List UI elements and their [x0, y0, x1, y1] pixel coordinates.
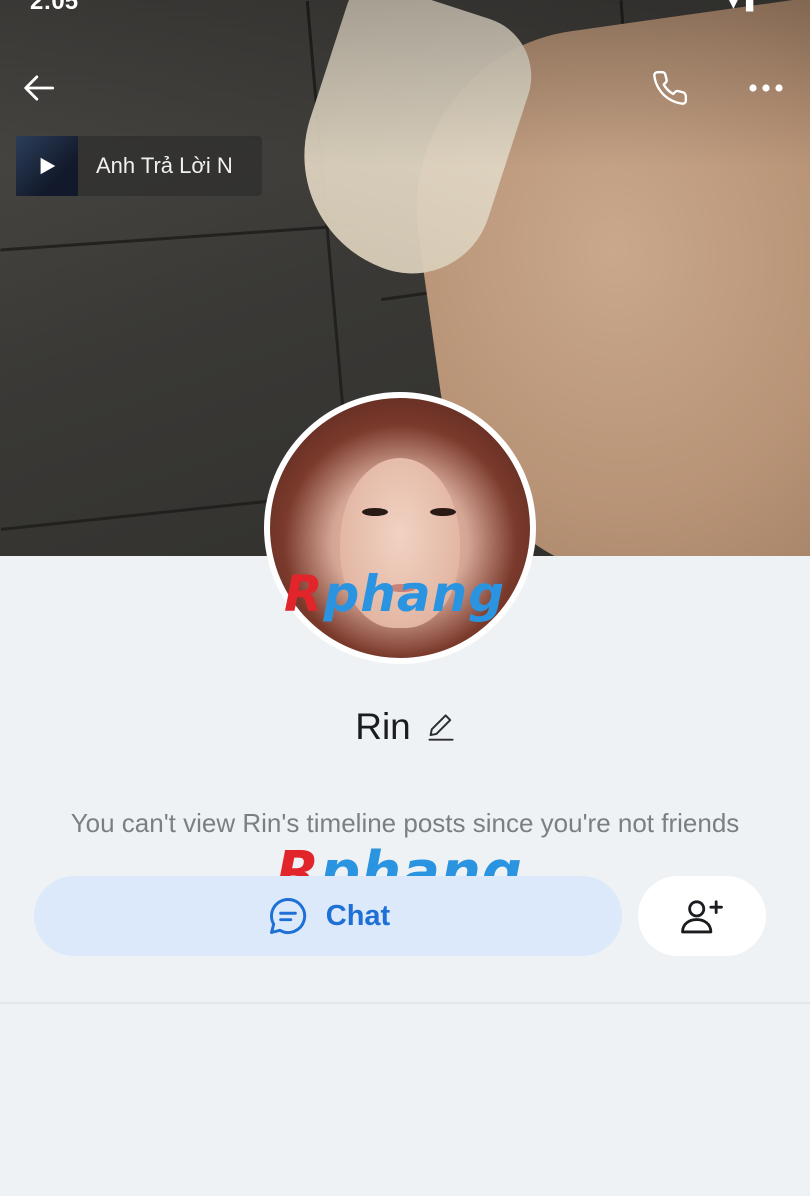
music-thumbnail	[16, 136, 78, 196]
more-horizontal-icon	[749, 84, 783, 92]
chat-bubble-icon	[269, 898, 306, 934]
chat-button-label: Chat	[325, 899, 391, 932]
call-button[interactable]	[642, 60, 698, 116]
profile-name: Rin	[355, 706, 411, 747]
pencil-icon	[428, 714, 454, 741]
section-divider	[0, 1002, 810, 1004]
phone-icon	[653, 70, 688, 105]
add-friend-icon	[681, 900, 723, 934]
status-icons: ▾ ▮	[728, 0, 755, 14]
music-title: Anh Trả Lời N	[96, 153, 233, 178]
play-icon	[40, 157, 56, 175]
more-button[interactable]	[738, 60, 794, 116]
back-button[interactable]	[12, 60, 68, 116]
chat-button[interactable]: Chat	[34, 876, 622, 956]
avatar[interactable]	[264, 392, 536, 664]
arrow-left-icon	[24, 75, 55, 101]
edit-name-button[interactable]	[427, 712, 455, 742]
not-friends-notice: You can't view Rin's timeline posts sinc…	[70, 808, 740, 838]
watermark-logo: Rphang	[284, 565, 506, 623]
profile-name-row: Rin	[0, 706, 810, 748]
status-bar: 2:05 ▾ ▮	[0, 0, 810, 15]
status-time: 2:05	[30, 0, 79, 15]
add-friend-button[interactable]	[638, 876, 766, 956]
cover-music-chip[interactable]: Anh Trả Lời N	[16, 136, 262, 196]
